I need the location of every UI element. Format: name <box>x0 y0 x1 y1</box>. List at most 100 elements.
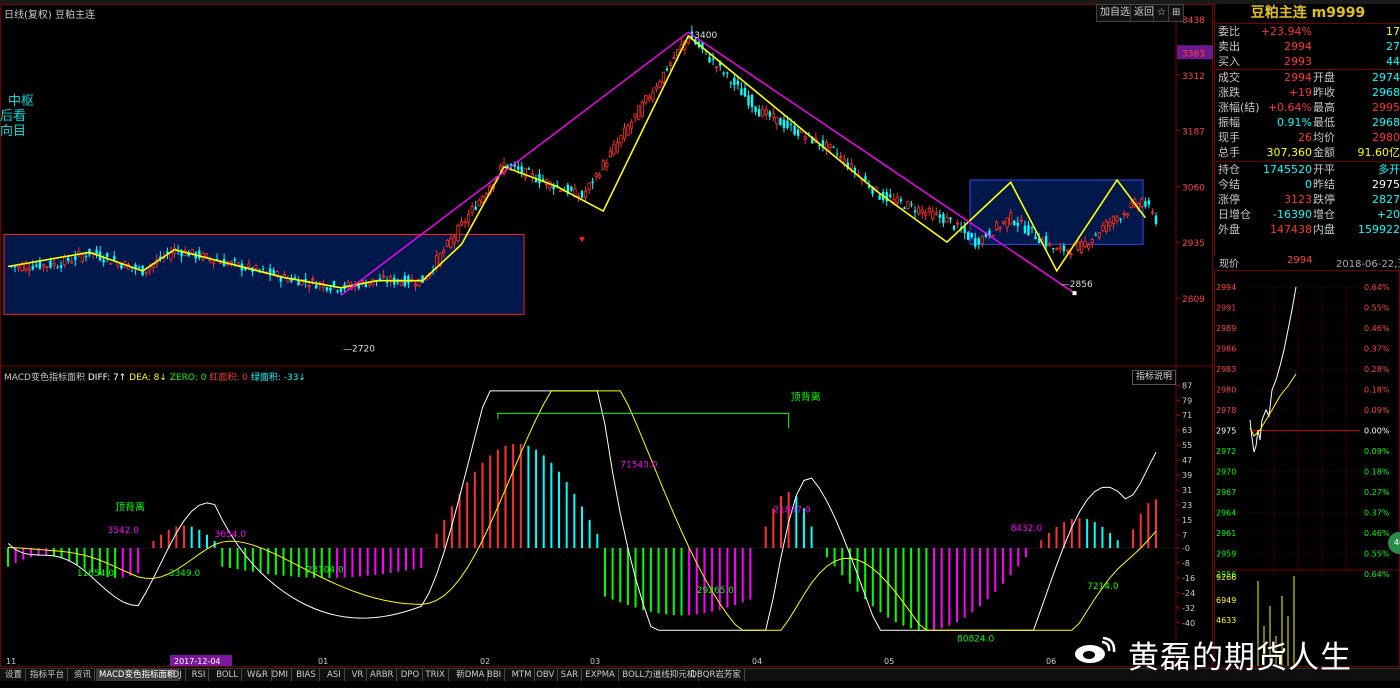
candle-body <box>190 248 194 254</box>
macd-axis-label: 63 <box>1182 426 1192 435</box>
x-axis-label: 03 <box>590 657 600 666</box>
macd-area-label: 11654.0 <box>77 569 114 579</box>
quote-label: 外盘 <box>1218 223 1240 236</box>
macd-indicator-name[interactable]: MACD变色指标面积 <box>4 373 85 383</box>
mini-percent-label: 0.46% <box>1364 324 1390 333</box>
candle-body <box>449 238 453 248</box>
mini-price-label: 2970 <box>1216 468 1236 477</box>
candle-body <box>757 109 761 117</box>
quote-label: 总手 <box>1218 146 1240 159</box>
tab-indicator[interactable]: 指标平台 <box>27 669 69 681</box>
candle-body <box>1111 215 1116 224</box>
candle-body <box>80 253 85 262</box>
candle-body <box>279 277 283 282</box>
tab-indicator[interactable]: BIAS <box>293 669 320 681</box>
quote-row: 现手 26 均价 2980 <box>1218 130 1400 145</box>
main-chart-canvas[interactable]: 34383363331231873060293528093400—2720—28… <box>0 4 1214 668</box>
candle-body <box>832 146 835 148</box>
add-watchlist-button[interactable]: 加自选 <box>1096 4 1134 22</box>
candle-body <box>381 275 386 278</box>
candle-body <box>1104 220 1108 232</box>
divergence-label: 顶背离 <box>115 501 145 514</box>
layout-icon[interactable]: ⊞ <box>1168 4 1185 22</box>
mini-percent-label: 0.18% <box>1364 468 1390 477</box>
candle-body <box>56 267 59 269</box>
candle-body <box>1150 211 1155 214</box>
candle-body <box>899 199 903 202</box>
candle-body <box>70 261 74 264</box>
candle-body <box>789 123 793 126</box>
tab-indicator[interactable]: MTM <box>509 669 536 681</box>
indicator-help-button[interactable]: 指标说明 <box>1132 370 1177 385</box>
macd-area-label: 23104.0 <box>306 565 343 575</box>
candle-body <box>743 87 747 97</box>
candle-body <box>346 281 350 286</box>
quote-label: 成交 <box>1218 71 1240 84</box>
candle-body <box>364 284 368 288</box>
quote-value: 307,360 <box>1266 146 1313 159</box>
tab-indicator[interactable]: 设置 <box>2 669 27 681</box>
candle-body <box>608 150 612 158</box>
candle-body <box>980 235 984 244</box>
tab-indicator[interactable]: BOLL <box>213 669 243 681</box>
quote-row: 成交 2994 开盘 2974 <box>1218 70 1400 85</box>
quote-value: +20 <box>1376 208 1400 221</box>
tab-indicator[interactable]: TRIX <box>422 669 449 681</box>
tab-indicator[interactable]: DBQR岩芳家 <box>687 669 745 681</box>
macd-axis-label: 79 <box>1182 396 1192 405</box>
candle-body <box>598 174 602 178</box>
candle-body <box>1052 248 1055 250</box>
candle-body <box>559 189 563 192</box>
quote-label: 增仓 <box>1313 208 1335 221</box>
tab-indicator[interactable]: ARBR <box>367 669 398 681</box>
candle-body <box>477 199 481 206</box>
quote-label: 卖出 <box>1218 40 1240 53</box>
tab-indicator[interactable]: ASI <box>324 669 345 681</box>
candle-body <box>144 271 148 274</box>
quote-row: 总手 307,360 金额 91.60亿 <box>1218 145 1400 160</box>
candle-body <box>1129 202 1133 208</box>
macd-axis-label: -24 <box>1182 589 1195 598</box>
candle-body <box>764 109 768 115</box>
macd-axis-label: 31 <box>1182 486 1192 495</box>
tab-indicator[interactable]: OBV <box>533 669 559 681</box>
candle-body <box>41 264 46 268</box>
mini-percent-label: 0.46% <box>1364 529 1390 538</box>
side-annotation-line: 后看 <box>0 109 27 124</box>
candle-body <box>399 281 403 286</box>
tab-indicator[interactable]: BBI <box>484 669 506 681</box>
tab-indicator[interactable]: KDJ <box>164 669 186 681</box>
candle-body <box>1044 236 1048 247</box>
candle-body <box>1076 241 1080 250</box>
candle-body <box>570 187 573 191</box>
candle-body <box>917 207 921 215</box>
candle-body <box>74 256 77 261</box>
candle-body <box>1034 236 1037 240</box>
tab-indicator[interactable]: DPO <box>398 669 424 681</box>
mini-price-label: 2972 <box>1216 447 1236 456</box>
candle-body <box>924 211 928 216</box>
macd-area-label: 3654.0 <box>215 530 247 540</box>
quote-row: 持仓 1745520 开平 多开 <box>1218 162 1400 177</box>
candle-body <box>102 259 105 263</box>
tab-indicator[interactable]: EXPMA <box>582 669 619 681</box>
tab-indicator[interactable]: SAR <box>558 669 583 681</box>
candle-body <box>385 281 389 283</box>
intraday-chart[interactable]: 2994 0.64% 2991 0.55% 2989 0.46% 2986 0.37% 2983… <box>1214 270 1400 668</box>
price-axis-label: 3312 <box>1182 72 1205 82</box>
candle-body <box>470 205 474 213</box>
tab-indicator[interactable]: RSI <box>189 669 210 681</box>
macd-area-label: 80824.0 <box>957 634 994 644</box>
tab-indicator[interactable]: DMI <box>269 669 292 681</box>
quote-row: 卖出 2994 27 <box>1218 39 1400 54</box>
candle-body <box>906 201 910 209</box>
candle-body <box>754 106 757 113</box>
tab-indicator[interactable]: 资讯 <box>71 669 96 681</box>
quote-value: 多开 <box>1378 163 1400 176</box>
candle-body <box>106 253 109 257</box>
candle-body <box>233 259 236 261</box>
tab-indicator[interactable]: VR <box>349 669 368 681</box>
quote-label: 开平 <box>1313 163 1335 176</box>
candle-body <box>325 287 329 291</box>
macd-area-label: 8432.0 <box>1011 524 1043 534</box>
